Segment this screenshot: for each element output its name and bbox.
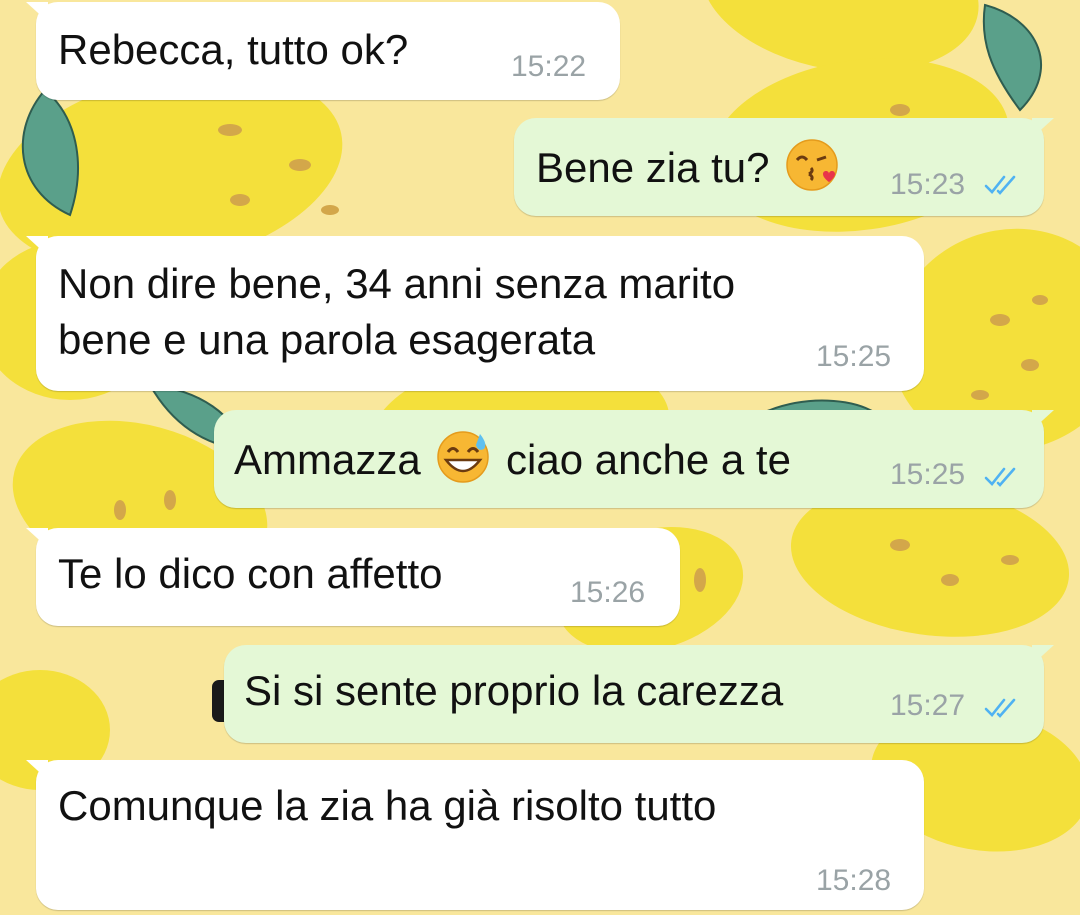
read-receipt-double-check-icon [984, 698, 1016, 718]
message-text: Si si sente proprio la carezza [244, 667, 784, 714]
message-text-part: Ammazza [234, 436, 421, 483]
message-text: Rebecca, tutto ok? [58, 26, 409, 73]
message-timestamp: 15:28 [816, 864, 892, 897]
message-timestamp: 15:25 [890, 458, 966, 491]
message-text-part: ciao anche a te [506, 436, 791, 483]
face-blowing-a-kiss-icon [786, 139, 838, 191]
message-text: Ammazza ciao anche a te [234, 430, 791, 488]
grinning-face-with-sweat-icon [437, 431, 490, 483]
message-text: Bene zia tu? [536, 138, 843, 196]
message-text-line-1: Non dire bene, 34 anni senza marito [58, 260, 736, 307]
message-text: Comunque la zia ha già risolto tutto [58, 782, 717, 829]
message-text: Te lo dico con affetto [58, 550, 443, 597]
message-bubble-incoming[interactable]: Rebecca, tutto ok? 15:22 [26, 2, 620, 100]
message-text-part: Bene zia tu? [536, 144, 770, 191]
read-receipt-double-check-icon [984, 467, 1016, 487]
message-bubble-incoming[interactable]: Te lo dico con affetto 15:26 [26, 528, 680, 626]
message-bubble-outgoing[interactable]: Si si sente proprio la carezza 15:27 [224, 645, 1054, 743]
message-bubble-incoming[interactable]: Non dire bene, 34 anni senza marito bene… [26, 236, 924, 391]
message-timestamp: 15:23 [890, 168, 966, 201]
message-timestamp: 15:22 [511, 50, 587, 83]
message-text-line-2: bene e una parola esagerata [58, 316, 596, 363]
message-timestamp: 15:27 [890, 689, 966, 722]
message-bubble-incoming[interactable]: Comunque la zia ha già risolto tutto 15:… [26, 760, 924, 910]
read-receipt-double-check-icon [984, 175, 1016, 195]
message-timestamp: 15:25 [816, 340, 892, 373]
message-bubble-outgoing[interactable]: Bene zia tu? 15:23 [514, 118, 1054, 216]
message-timestamp: 15:26 [570, 576, 646, 609]
message-bubble-outgoing[interactable]: Ammazza ciao anche a te 15:25 [214, 410, 1054, 508]
